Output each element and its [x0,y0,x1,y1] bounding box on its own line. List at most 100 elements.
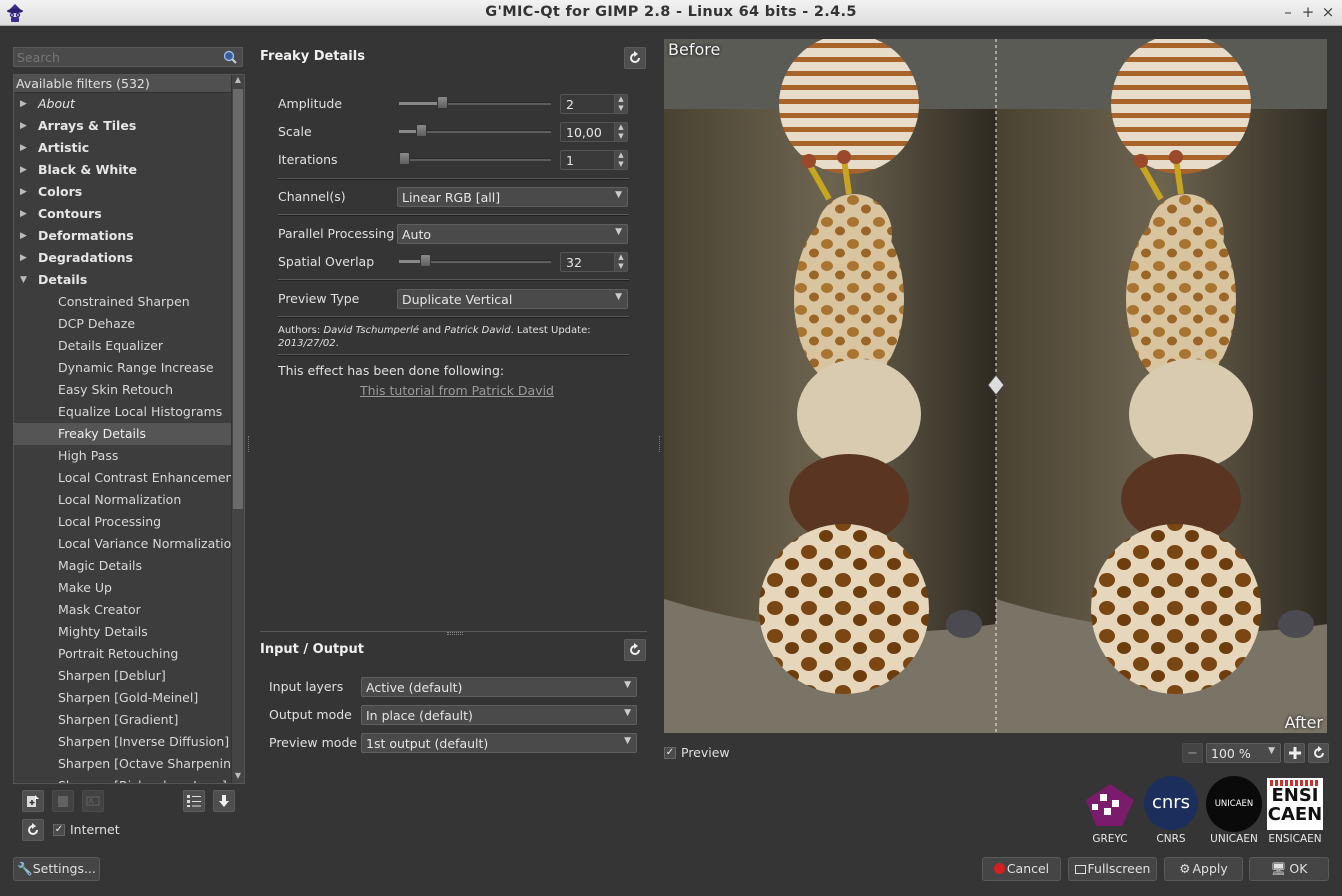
tutorial-link[interactable]: This tutorial from Patrick David [360,383,554,398]
zoom-out-button[interactable]: − [1182,743,1203,763]
spin-arrows-icon[interactable]: ▲ ▼ [614,95,627,113]
scale-spinbox[interactable]: 10,00 ▲ ▼ [560,122,628,142]
remove-favorite-button[interactable] [52,790,74,812]
tree-filter-item[interactable]: Local Normalization [14,489,232,511]
tree-category[interactable]: ▶ Colors [14,181,232,203]
tree-category[interactable]: ▶ Arrays & Tiles [14,115,232,137]
tree-filter-item[interactable]: Sharpen [Octave Sharpening] [14,753,232,775]
add-favorite-button[interactable] [22,790,44,812]
tree-filter-item[interactable]: Details Equalizer [14,335,232,357]
slider-handle[interactable] [420,254,431,267]
expand-arrow-right-icon[interactable]: ▶ [20,137,27,159]
overlap-slider[interactable] [399,254,551,268]
amplitude-slider[interactable] [399,96,551,110]
slider-handle[interactable] [399,152,410,165]
close-button[interactable]: × [1320,3,1336,21]
slider-handle[interactable] [437,96,448,109]
expand-arrow-right-icon[interactable]: ▶ [20,247,27,269]
update-filters-button[interactable] [22,819,44,841]
left-splitter-grip-icon[interactable] [248,436,250,452]
tree-filter-item[interactable]: Local Processing [14,511,232,533]
apply-button[interactable]: ⚙ Apply [1164,857,1243,881]
output-mode-label: Output mode [269,707,352,722]
expand-arrow-right-icon[interactable]: ▶ [20,159,27,181]
preview-type-select[interactable]: Duplicate Vertical ▼ [397,289,628,309]
tree-filter-item[interactable]: DCP Dehaze [14,313,232,335]
expand-arrow-right-icon[interactable]: ▶ [20,225,27,247]
zoom-reset-button[interactable] [1308,743,1329,763]
tree-category[interactable]: ▶ About [14,93,232,115]
filter-tree-scrollbar[interactable]: ▲ ▼ [231,75,244,783]
tree-filter-item[interactable]: Freaky Details [14,423,232,445]
zoom-out-icon: − [1187,746,1198,761]
tree-filter-item[interactable]: Portrait Retouching [14,643,232,665]
tree-category[interactable]: ▶ Black & White [14,159,232,181]
minimize-button[interactable]: – [1280,3,1296,21]
tree-filter-item[interactable]: Sharpen [Gold-Meinel] [14,687,232,709]
tree-filter-item[interactable]: Mighty Details [14,621,232,643]
tree-filter-item[interactable]: Easy Skin Retouch [14,379,232,401]
tree-filter-item[interactable]: Local Variance Normalization [14,533,232,555]
tree-filter-item[interactable]: Local Contrast Enhancement [14,467,232,489]
splitter-grip-icon[interactable] [447,632,463,635]
search-input[interactable] [14,48,214,66]
settings-button[interactable]: 🔧Settings... [13,857,100,881]
tree-category[interactable]: ▶ Contours [14,203,232,225]
tree-filter-item[interactable]: Mask Creator [14,599,232,621]
ok-button[interactable]: 🖥 OK [1249,857,1329,881]
tree-filter-item[interactable]: Sharpen [Inverse Diffusion] [14,731,232,753]
tree-filter-item[interactable]: Dynamic Range Increase [14,357,232,379]
tree-category[interactable]: ▶ Degradations [14,247,232,269]
tree-filter-item[interactable]: Equalize Local Histograms [14,401,232,423]
tree-filter-item[interactable]: High Pass [14,445,232,467]
expand-arrow-right-icon[interactable]: ▶ [20,203,27,225]
scroll-up-icon[interactable]: ▲ [232,75,244,87]
spin-arrows-icon[interactable]: ▲ ▼ [614,123,627,141]
io-reset-button[interactable] [624,639,646,661]
ensicaen-caption: ENSICAEN [1268,833,1322,845]
parallel-select[interactable]: Auto ▼ [397,224,628,244]
reset-params-button[interactable] [624,47,646,69]
zoom-in-button[interactable] [1284,743,1305,763]
tree-category[interactable]: ▶ Artistic [14,137,232,159]
overlap-spinbox[interactable]: 32 ▲ ▼ [560,252,628,272]
expand-collapse-button[interactable] [213,790,235,812]
tree-filter-item[interactable]: Constrained Sharpen [14,291,232,313]
cancel-button[interactable]: Cancel [982,857,1061,881]
preview-checkbox[interactable]: ✓ [664,747,676,759]
tree-filter-item[interactable]: Magic Details [14,555,232,577]
iterations-spinbox[interactable]: 1 ▲ ▼ [560,150,628,170]
rename-favorite-button[interactable] [82,790,104,812]
spin-arrows-icon[interactable]: ▲ ▼ [614,151,627,169]
toggle-visibility-button[interactable] [183,790,205,812]
zoom-select[interactable]: 100 % ▼ [1206,743,1281,763]
output-mode-select[interactable]: In place (default) ▼ [361,705,637,725]
preview-image[interactable]: Before After [664,39,1327,733]
iterations-slider[interactable] [399,152,551,166]
tree-filter-item[interactable]: Sharpen [Richardson-Lucy] [14,775,232,783]
amplitude-spinbox[interactable]: 2 ▲ ▼ [560,94,628,114]
spin-arrows-icon[interactable]: ▲ ▼ [614,253,627,271]
expand-arrow-right-icon[interactable]: ▶ [20,181,27,203]
channels-select[interactable]: Linear RGB [all] ▼ [397,187,628,207]
expand-arrow-down-icon[interactable]: ▼ [20,269,27,291]
input-layers-select[interactable]: Active (default) ▼ [361,677,637,697]
tree-filter-item[interactable]: Sharpen [Gradient] [14,709,232,731]
slider-handle[interactable] [416,124,427,137]
tree-filter-item[interactable]: Sharpen [Deblur] [14,665,232,687]
chevron-down-icon: ▼ [615,190,622,200]
tree-category[interactable]: ▶ Deformations [14,225,232,247]
preview-mode-select[interactable]: 1st output (default) ▼ [361,733,637,753]
tree-filter-item[interactable]: Make Up [14,577,232,599]
expand-arrow-right-icon[interactable]: ▶ [20,93,27,115]
scale-slider[interactable] [399,124,551,138]
right-splitter-grip-icon[interactable] [659,436,661,452]
fullscreen-button[interactable]: Fullscreen [1068,857,1157,881]
search-icon[interactable] [222,49,238,65]
tree-category[interactable]: ▼ Details [14,269,232,291]
scroll-down-icon[interactable]: ▼ [232,771,244,783]
scrollbar-thumb[interactable] [233,89,243,509]
maximize-button[interactable]: + [1300,3,1316,21]
internet-checkbox[interactable]: ✓ [53,824,65,836]
expand-arrow-right-icon[interactable]: ▶ [20,115,27,137]
